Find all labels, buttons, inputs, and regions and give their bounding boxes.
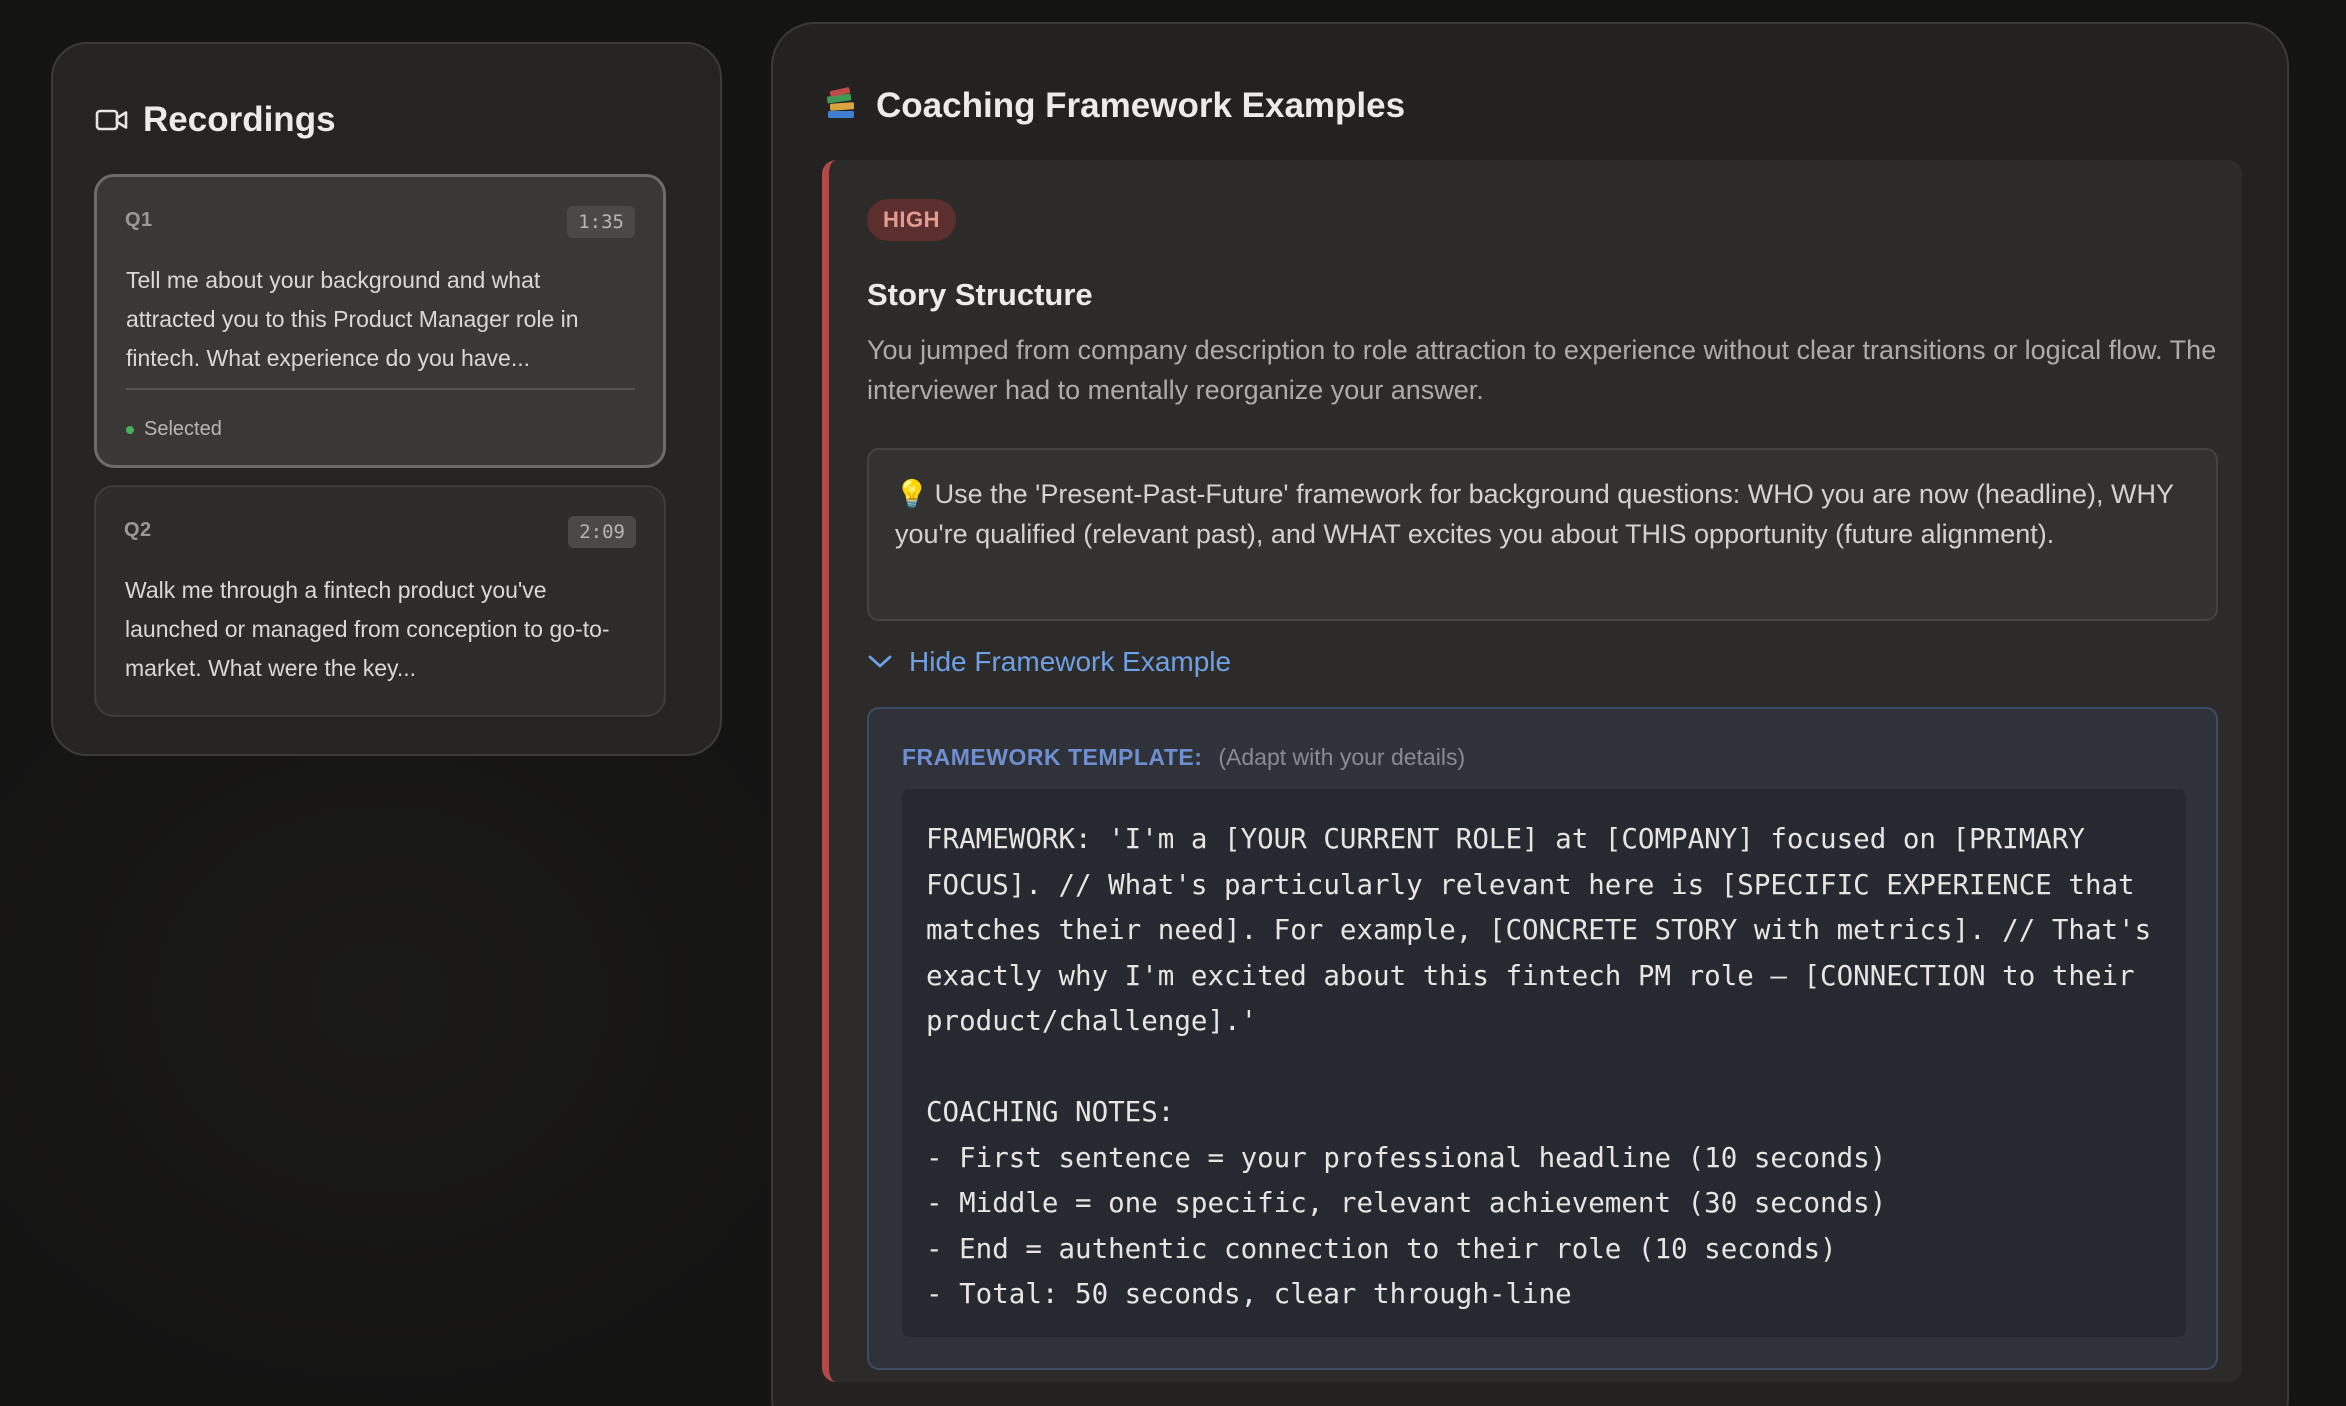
- framework-code-block: FRAMEWORK: 'I'm a [YOUR CURRENT ROLE] at…: [902, 789, 2186, 1337]
- framework-label: FRAMEWORK TEMPLATE:: [902, 744, 1203, 770]
- question-label: Q2: [124, 519, 152, 541]
- coaching-header: Coaching Framework Examples: [824, 80, 1405, 132]
- coaching-title: Coaching Framework Examples: [876, 86, 1406, 125]
- status-dot-icon: [126, 425, 134, 434]
- framework-header: FRAMEWORK TEMPLATE: (Adapt with your det…: [902, 744, 1465, 771]
- recordings-panel: Recordings Q1 1:35 Tell me about your ba…: [51, 42, 722, 756]
- duration-badge: 2:09: [568, 516, 636, 548]
- recording-item-q2[interactable]: Q2 2:09 Walk me through a fintech produc…: [94, 485, 666, 717]
- severity-badge: HIGH: [867, 199, 956, 241]
- recording-item-q1[interactable]: Q1 1:35 Tell me about your background an…: [94, 174, 666, 468]
- question-text: Tell me about your background and what a…: [126, 267, 579, 371]
- coaching-panel: Coaching Framework Examples HIGH Story S…: [771, 22, 2289, 1406]
- feedback-title: Story Structure: [867, 277, 1093, 312]
- recordings-header: Recordings: [95, 96, 336, 144]
- video-camera-icon: [95, 107, 129, 133]
- feedback-description: You jumped from company description to r…: [867, 335, 2217, 405]
- tip-box: 💡 Use the 'Present-Past-Future' framework…: [867, 448, 2218, 621]
- tip-text: Use the 'Present-Past-Future' framework …: [895, 479, 2174, 549]
- lightbulb-icon: 💡: [895, 479, 929, 509]
- chevron-down-icon: [867, 654, 893, 670]
- question-label: Q1: [125, 209, 153, 231]
- duration-badge: 1:35: [567, 206, 635, 238]
- toggle-label: Hide Framework Example: [909, 646, 1232, 677]
- books-icon: [824, 86, 858, 126]
- framework-hint: (Adapt with your details): [1218, 744, 1466, 770]
- divider: [126, 388, 635, 390]
- feedback-card: HIGH Story Structure You jumped from com…: [822, 160, 2242, 1382]
- framework-template-box: FRAMEWORK TEMPLATE: (Adapt with your det…: [867, 707, 2218, 1370]
- hide-framework-toggle[interactable]: Hide Framework Example: [867, 638, 1231, 686]
- selected-label: Selected: [144, 418, 222, 440]
- question-text: Walk me through a fintech product you've…: [125, 577, 610, 681]
- recordings-title: Recordings: [143, 100, 336, 139]
- selected-indicator: Selected: [126, 418, 222, 441]
